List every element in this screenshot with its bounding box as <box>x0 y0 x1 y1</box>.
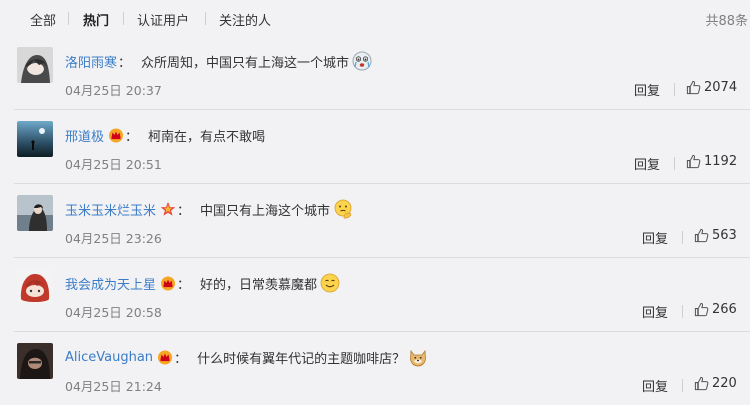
crown-badge-icon <box>108 127 124 143</box>
avatar[interactable] <box>17 47 53 83</box>
filter-bar: 全部 热门 认证用户 关注的人 共88条 <box>0 0 750 36</box>
comment-text: 柯南在，有点不敢喝 <box>148 129 266 145</box>
avatar[interactable] <box>17 343 53 379</box>
tab-verified-users[interactable]: 认证用户 <box>137 10 189 29</box>
like-button[interactable]: 266 <box>694 302 737 317</box>
comment-header: 我会成为天上星 ： 好的，日常羡慕魔都 <box>65 272 340 294</box>
total-count: 共88条 <box>705 14 748 29</box>
thumb-up-icon <box>686 154 701 169</box>
like-count: 563 <box>712 228 737 243</box>
avatar[interactable] <box>17 269 53 305</box>
comment-time: 04月25日 20:37 <box>65 83 162 98</box>
comment-text: 众所周知，中国只有上海这一个城市 <box>141 55 350 71</box>
action-divider <box>674 83 675 96</box>
comment-time: 04月25日 23:26 <box>65 231 162 246</box>
thumb-up-icon <box>694 302 709 317</box>
tab-divider <box>205 12 206 25</box>
tab-hot[interactable]: 热门 <box>83 10 109 29</box>
like-count: 266 <box>712 302 737 317</box>
comment-text: 什么时候有翼年代记的主题咖啡店？ <box>197 351 406 367</box>
reply-button[interactable]: 回复 <box>642 302 668 321</box>
thinking-emoji-icon <box>333 199 353 219</box>
action-divider <box>674 157 675 170</box>
comment-text: 好的，日常羡慕魔都 <box>200 277 318 293</box>
comment-item: 我会成为天上星 ： 好的，日常羡慕魔都 04月25日 20:58 回复 266 <box>0 258 750 332</box>
comment-item: AliceVaughan ： 什么时候有翼年代记的主题咖啡店？ 04月25日 2… <box>0 332 750 405</box>
like-button[interactable]: 220 <box>694 376 737 391</box>
comment-text: 中国只有上海这个城市 <box>200 203 331 219</box>
username[interactable]: 洛阳雨寒 <box>65 52 117 71</box>
reply-button[interactable]: 回复 <box>642 376 668 395</box>
reply-button[interactable]: 回复 <box>634 154 660 173</box>
like-button[interactable]: 2074 <box>686 80 737 95</box>
comment-header: AliceVaughan ： 什么时候有翼年代记的主题咖啡店？ <box>65 346 428 368</box>
username[interactable]: 玉米玉米烂玉米 <box>65 200 156 219</box>
colon: ： <box>118 55 132 71</box>
comment-header: 邢道极 ： 柯南在，有点不敢喝 <box>65 124 265 146</box>
comment-header: 洛阳雨寒 ： 众所周知，中国只有上海这一个城市 <box>65 50 372 72</box>
action-divider <box>682 305 683 318</box>
username[interactable]: 我会成为天上星 <box>65 274 156 293</box>
doge-emoji-icon <box>408 347 428 367</box>
like-count: 1192 <box>704 154 738 169</box>
comment-time: 04月25日 20:58 <box>65 305 162 320</box>
username[interactable]: 邢道极 <box>65 126 104 145</box>
crying-emoji-icon <box>352 51 372 71</box>
smile-emoji-icon <box>320 273 340 293</box>
thumb-up-icon <box>686 80 701 95</box>
colon: ： <box>125 129 139 145</box>
tab-all[interactable]: 全部 <box>30 10 56 29</box>
comment-item: 邢道极 ： 柯南在，有点不敢喝 04月25日 20:51 回复 1192 <box>0 110 750 184</box>
tab-divider <box>123 12 124 25</box>
like-button[interactable]: 563 <box>694 228 737 243</box>
tab-divider <box>68 12 69 25</box>
thumb-up-icon <box>694 228 709 243</box>
like-button[interactable]: 1192 <box>686 154 737 169</box>
reply-button[interactable]: 回复 <box>634 80 660 99</box>
thumb-up-icon <box>694 376 709 391</box>
action-divider <box>682 231 683 244</box>
colon: ： <box>177 203 191 219</box>
like-count: 2074 <box>704 80 738 95</box>
username[interactable]: AliceVaughan <box>65 350 153 365</box>
crown-badge-icon <box>160 275 176 291</box>
like-count: 220 <box>712 376 737 391</box>
comment-header: 玉米玉米烂玉米 ： 中国只有上海这个城市 <box>65 198 353 220</box>
avatar[interactable] <box>17 121 53 157</box>
comment-time: 04月25日 20:51 <box>65 157 162 172</box>
tab-following[interactable]: 关注的人 <box>219 10 271 29</box>
avatar[interactable] <box>17 195 53 231</box>
colon: ： <box>177 277 191 293</box>
star-badge-icon <box>160 201 176 217</box>
crown-badge-icon <box>157 349 173 365</box>
action-divider <box>682 379 683 392</box>
comment-item: 玉米玉米烂玉米 ： 中国只有上海这个城市 04月25日 23:26 回复 563 <box>0 184 750 258</box>
colon: ： <box>174 351 188 367</box>
reply-button[interactable]: 回复 <box>642 228 668 247</box>
comment-item: 洛阳雨寒 ： 众所周知，中国只有上海这一个城市 04月25日 20:37 回复 … <box>0 36 750 110</box>
comment-time: 04月25日 21:24 <box>65 379 162 394</box>
